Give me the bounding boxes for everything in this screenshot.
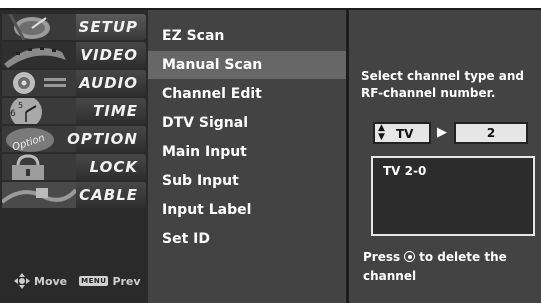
category-label: AUDIO <box>79 74 138 92</box>
menu-item-set-id[interactable]: Set ID <box>148 225 346 253</box>
scan-result-box: TV 2-0 <box>371 156 535 236</box>
category-audio[interactable]: AUDIO <box>2 70 146 96</box>
category-label: OPTION <box>67 130 138 148</box>
category-video[interactable]: VIDEO <box>2 42 146 68</box>
category-label: SETUP <box>78 18 138 36</box>
category-lock[interactable]: LOCK <box>2 154 146 180</box>
svg-text:6: 6 <box>10 109 16 119</box>
category-cable[interactable]: CABLE <box>2 182 146 208</box>
scan-result-text: TV 2-0 <box>383 164 427 178</box>
channel-type-value: TV <box>396 127 414 141</box>
move-label: Move <box>34 274 68 288</box>
menu-item-channel-edit[interactable]: Channel Edit <box>148 80 346 108</box>
menu-item-input-label[interactable]: Input Label <box>148 196 346 224</box>
prev-label: Prev <box>112 274 141 288</box>
instruction-text: Select channel type and RF-channel numbe… <box>361 69 525 100</box>
category-sidebar: SETUP VIDEO AUDIO 6 5 TIME Option OPTION… <box>0 10 148 303</box>
menu-item-sub-input[interactable]: Sub Input <box>148 167 346 195</box>
menu-item-ez-scan[interactable]: EZ Scan <box>148 22 346 50</box>
category-label: VIDEO <box>80 46 138 64</box>
enter-button-icon <box>404 251 416 262</box>
tv-osd-menu: SETUP VIDEO AUDIO 6 5 TIME Option OPTION… <box>0 8 541 303</box>
up-down-arrow-icon: ▲ ▼ <box>378 123 385 142</box>
menu-item-dtv-signal[interactable]: DTV Signal <box>148 109 346 137</box>
channel-type-selector[interactable]: ▲ ▼ TV <box>373 122 431 144</box>
move-arrows-icon <box>14 273 30 289</box>
satellite-dish-icon <box>2 14 76 40</box>
right-arrow-icon: ▶ <box>437 125 447 140</box>
menu-item-manual-scan[interactable]: Manual Scan <box>148 51 346 79</box>
category-label: CABLE <box>79 186 138 204</box>
category-label: LOCK <box>89 158 138 176</box>
speaker-icon <box>2 70 76 96</box>
navigation-hint: Move MENU Prev <box>14 272 141 290</box>
menu-item-main-input[interactable]: Main Input <box>148 138 346 166</box>
svg-text:5: 5 <box>18 101 23 110</box>
menu-key-icon: MENU <box>79 276 109 286</box>
cable-icon <box>2 182 76 208</box>
option-icon: Option <box>2 126 76 152</box>
manual-scan-panel: Select channel type and RF-channel numbe… <box>349 10 541 303</box>
clock-icon: 6 5 <box>2 98 76 124</box>
delete-hint: Press to delete the channel <box>363 248 539 286</box>
category-option[interactable]: Option OPTION <box>2 126 146 152</box>
film-reel-icon <box>2 42 76 68</box>
setup-menu: EZ Scan Manual Scan Channel Edit DTV Sig… <box>148 10 346 303</box>
category-setup[interactable]: SETUP <box>2 14 146 40</box>
padlock-icon <box>2 154 76 180</box>
rf-channel-number-field[interactable]: 2 <box>454 122 528 144</box>
press-label: Press <box>363 250 401 264</box>
category-time[interactable]: 6 5 TIME <box>2 98 146 124</box>
category-label: TIME <box>93 102 138 120</box>
